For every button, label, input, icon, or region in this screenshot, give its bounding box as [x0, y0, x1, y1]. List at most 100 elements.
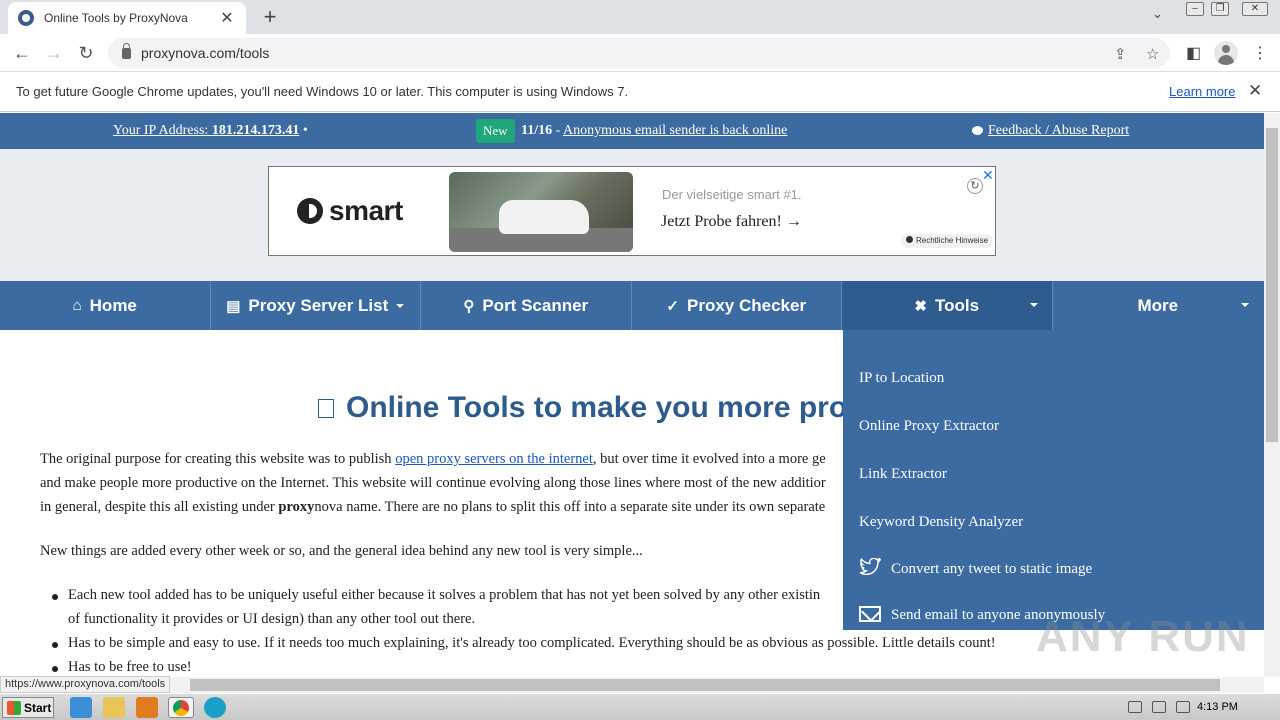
close-window-button[interactable]: ✕	[1242, 2, 1268, 16]
tab-title: Online Tools by ProxyNova	[44, 11, 188, 25]
web-page: Your IP Address: 181.214.173.41 • New 11…	[0, 113, 1264, 677]
flag-icon[interactable]	[1176, 701, 1190, 713]
news-link[interactable]: Anonymous email sender is back online	[563, 123, 787, 138]
twitter-icon	[859, 558, 881, 576]
search-icon: ⚲	[463, 297, 475, 315]
ip-value[interactable]: 181.214.173.41	[212, 123, 300, 138]
nav-label: Proxy Checker	[687, 295, 807, 315]
media-player-icon[interactable]	[136, 697, 158, 718]
share-icon[interactable]: ⇪	[1114, 45, 1127, 63]
intro-text: The original purpose for creating this w…	[40, 451, 396, 467]
ad-close-icon[interactable]: ✕	[982, 167, 994, 184]
nav-tools[interactable]: ✖ Tools	[842, 281, 1053, 330]
news-item: 11/16 - Anonymous email sender is back o…	[521, 123, 787, 139]
nav-label: Home	[89, 295, 137, 315]
advertisement-banner[interactable]: smart Der vielseitige smart #1. Jetzt Pr…	[268, 166, 996, 256]
tab-close-icon[interactable]: ✕	[218, 8, 236, 28]
start-label: Start	[24, 700, 52, 715]
ad-cta[interactable]: Jetzt Probe fahren! →	[661, 213, 802, 231]
list-item: Has to be free to use!	[52, 659, 192, 675]
anyrun-watermark: ANY RUN	[1036, 612, 1250, 661]
tab-strip: Online Tools by ProxyNova ✕ + ⌄ – ❐ ✕	[0, 0, 1280, 34]
nav-label: More	[1137, 295, 1179, 315]
learn-more-link[interactable]: Learn more	[1169, 84, 1235, 99]
caret-down-icon	[1029, 303, 1038, 307]
network-icon[interactable]	[1152, 701, 1166, 713]
vertical-scroll-thumb[interactable]	[1266, 128, 1278, 442]
menu-item-keyword-density[interactable]: Keyword Density Analyzer	[859, 514, 1023, 531]
page-title-text: Online Tools to make you more pro	[346, 391, 848, 424]
feedback-text[interactable]: Feedback / Abuse Report	[988, 123, 1129, 138]
nav-more[interactable]: More	[1053, 281, 1264, 330]
intro-bold: proxy	[278, 499, 315, 515]
menu-item-proxy-extractor[interactable]: Online Proxy Extractor	[859, 418, 999, 435]
update-info-bar: To get future Google Chrome updates, you…	[0, 72, 1280, 112]
browser-toolbar: ← → ↻ proxynova.com/tools ⇪ ☆ ◧ ⋮	[0, 34, 1280, 72]
reload-icon[interactable]: ↻	[74, 42, 98, 64]
intro-text: nova name. There are no plans to split t…	[314, 499, 826, 515]
info-bar-close-icon[interactable]: ✕	[1248, 81, 1262, 101]
news-date: 11/16	[521, 123, 553, 138]
feedback-link[interactable]: Feedback / Abuse Report	[972, 123, 1129, 139]
explorer-folder-icon[interactable]	[103, 697, 125, 718]
menu-item-ip-to-location[interactable]: IP to Location	[859, 370, 944, 387]
home-icon: ⌂	[72, 297, 82, 314]
caret-down-icon	[396, 303, 405, 308]
tab-search-chevron-icon[interactable]: ⌄	[1152, 6, 1163, 22]
chrome-taskbar-icon[interactable]	[168, 697, 194, 718]
ip-suffix: •	[299, 123, 308, 138]
ad-hint-text: Rechtliche Hinweise	[916, 236, 989, 245]
site-top-bar: Your IP Address: 181.214.173.41 • New 11…	[0, 113, 1264, 149]
check-icon: ✓	[666, 297, 679, 315]
chat-bubble-icon	[972, 126, 983, 135]
ad-subtitle: Der vielseitige smart #1.	[662, 187, 802, 202]
ip-label[interactable]: Your IP Address:	[113, 123, 212, 138]
volume-icon[interactable]	[1128, 701, 1142, 713]
profile-avatar-icon[interactable]	[1214, 41, 1238, 65]
info-bar-text: To get future Google Chrome updates, you…	[16, 84, 629, 99]
server-icon: ▤	[226, 297, 241, 315]
mail-icon	[859, 606, 881, 622]
address-bar[interactable]: proxynova.com/tools	[108, 38, 1170, 68]
ad-brand: smart	[329, 195, 403, 226]
smart-logo: smart	[297, 195, 403, 227]
list-item: Each new tool added has to be uniquely u…	[51, 587, 821, 603]
menu-item-link-extractor[interactable]: Link Extractor	[859, 466, 947, 483]
nav-label: Port Scanner	[482, 295, 589, 315]
main-nav: ⌂ Home ▤ Proxy Server List ⚲ Port Scanner ✓…	[0, 281, 1264, 330]
edge-icon[interactable]	[204, 697, 226, 718]
ip-address[interactable]: Your IP Address: 181.214.173.41 •	[113, 123, 308, 139]
nav-port-scanner[interactable]: ⚲ Port Scanner	[421, 281, 632, 330]
kebab-menu-icon[interactable]: ⋮	[1252, 43, 1268, 63]
nav-label: Tools	[935, 295, 980, 315]
menu-item-tweet-to-image[interactable]: Convert any tweet to static image	[859, 558, 1092, 578]
ad-legal-hint[interactable]: Rechtliche Hinweise	[901, 234, 994, 248]
side-panel-icon[interactable]: ◧	[1186, 43, 1201, 63]
bookmark-star-icon[interactable]: ☆	[1146, 45, 1159, 63]
open-proxy-link[interactable]: open proxy servers on the internet	[395, 451, 593, 467]
tools-icon	[318, 399, 334, 418]
minimize-button[interactable]: –	[1186, 2, 1204, 16]
forward-arrow-icon[interactable]: →	[42, 42, 66, 64]
globe-icon	[18, 10, 34, 26]
start-button[interactable]: Start	[2, 697, 54, 718]
url-text: proxynova.com/tools	[141, 45, 270, 61]
nav-proxy-server-list[interactable]: ▤ Proxy Server List	[211, 281, 421, 330]
restore-button[interactable]: ❐	[1211, 2, 1229, 16]
ad-car-image[interactable]	[449, 172, 633, 252]
nav-home[interactable]: ⌂ Home	[0, 281, 211, 330]
ie-icon[interactable]	[70, 697, 92, 718]
tools-dropdown-menu: IP to Location Online Proxy Extractor Li…	[843, 330, 1264, 630]
browser-tab[interactable]: Online Tools by ProxyNova ✕	[8, 2, 246, 34]
intro-text: , but over time it evolved into a more g…	[592, 451, 826, 467]
menu-item-label: Convert any tweet to static image	[891, 561, 1093, 577]
caret-down-icon	[1241, 303, 1249, 307]
ad-refresh-icon[interactable]: ↻	[967, 178, 983, 194]
windows-logo-icon	[7, 700, 21, 715]
lock-icon	[122, 42, 131, 59]
page-title: Online Tools to make you more pro	[318, 391, 847, 425]
back-arrow-icon[interactable]: ←	[10, 42, 34, 64]
horizontal-scroll-thumb[interactable]	[190, 679, 1220, 691]
new-tab-button[interactable]: +	[258, 4, 282, 30]
nav-proxy-checker[interactable]: ✓ Proxy Checker	[632, 281, 842, 330]
